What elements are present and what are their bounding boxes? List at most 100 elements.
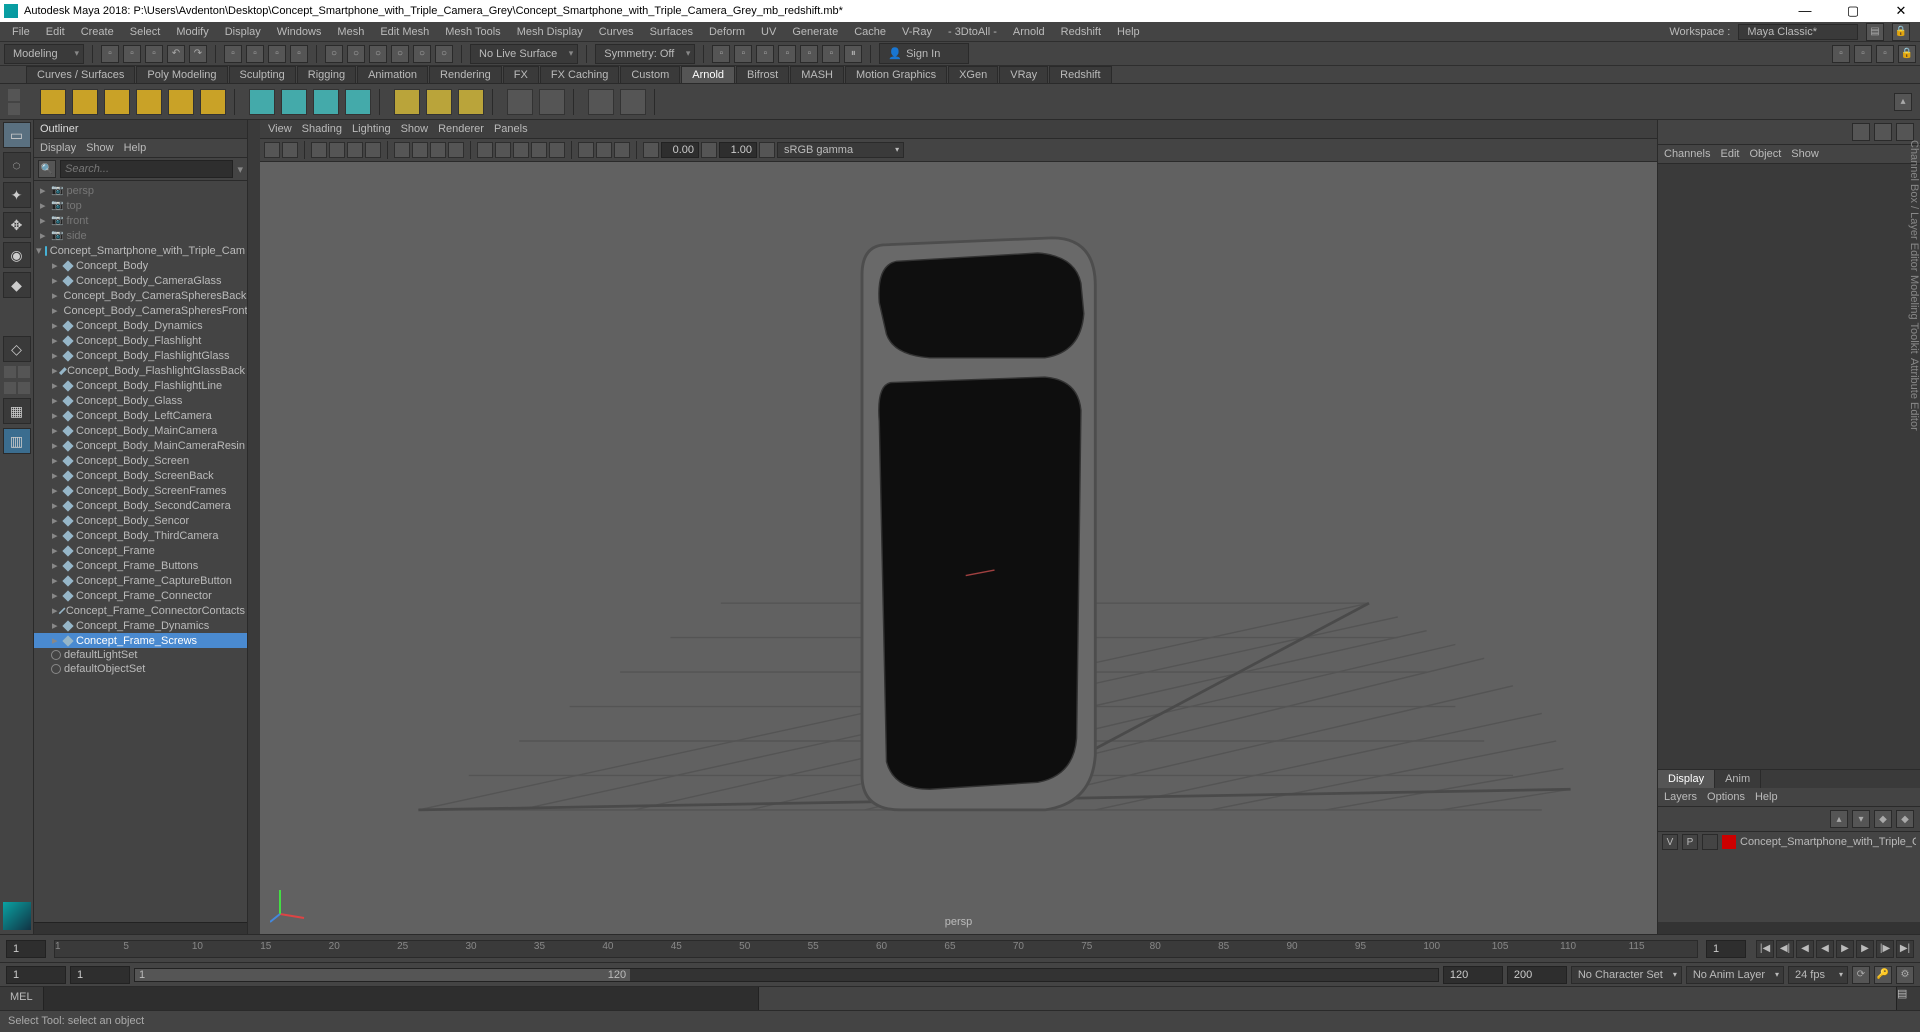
menu-help[interactable]: Help [1109,24,1148,40]
layer-menu-help[interactable]: Help [1755,791,1778,803]
channelbox-menu-edit[interactable]: Edit [1720,148,1739,160]
viewport-menu-panels[interactable]: Panels [494,123,528,135]
menu-set-dropdown[interactable]: Modeling [4,44,84,64]
sidebar-icon[interactable]: ▫ [1832,45,1850,63]
menu-mesh[interactable]: Mesh [329,24,372,40]
viewport-menu-shading[interactable]: Shading [302,123,342,135]
command-input[interactable] [44,987,758,1010]
outliner-item[interactable]: ▸Concept_Body_ScreenBack [34,468,247,483]
layout-icon[interactable] [18,382,30,394]
go-to-end-button[interactable]: ▶| [1896,940,1914,958]
shelf-tab-motion-graphics[interactable]: Motion Graphics [845,66,947,83]
current-frame-field[interactable]: 1 [1706,940,1746,958]
sidebar-toggle-icon[interactable]: ▤ [1866,23,1884,41]
vp-textured-icon[interactable] [513,142,529,158]
shelf-tab-mash[interactable]: MASH [790,66,844,83]
menu-mesh-tools[interactable]: Mesh Tools [437,24,508,40]
menu-deform[interactable]: Deform [701,24,753,40]
autokey-icon[interactable]: 🔑 [1874,966,1892,984]
sidebar-icon[interactable]: ▫ [1876,45,1894,63]
outliner-item[interactable]: ▸📷top [34,198,247,213]
vp-colorspace-dropdown[interactable]: sRGB gamma [777,142,904,158]
manip-icon[interactable] [1896,123,1914,141]
outliner-item[interactable]: ▸Concept_Frame_Screws [34,633,247,648]
outliner-item[interactable]: ▸Concept_Body_LeftCamera [34,408,247,423]
outliner-item-root[interactable]: ▾Concept_Smartphone_with_Triple_Cam [34,243,247,258]
render-icon[interactable]: ▫ [712,45,730,63]
arnold-light-icon[interactable] [72,89,98,115]
live-surface-dropdown[interactable]: No Live Surface [470,44,578,64]
outliner-item[interactable]: ▸Concept_Body [34,258,247,273]
vp-gate-mask-icon[interactable] [448,142,464,158]
outliner-item[interactable]: ▸Concept_Frame_Connector [34,588,247,603]
render-icon[interactable]: ▫ [778,45,796,63]
outliner-item[interactable]: ▸Concept_Body_ScreenFrames [34,483,247,498]
outliner-item[interactable]: ▸Concept_Body_Glass [34,393,247,408]
display-layer-tab[interactable]: Display [1658,770,1715,788]
character-set-dropdown[interactable]: No Character Set [1571,966,1682,984]
vp-exposure-icon[interactable] [643,142,659,158]
outliner-item[interactable]: ▸Concept_Frame_ConnectorContacts [34,603,247,618]
outliner-menu-show[interactable]: Show [86,142,114,154]
layer-move-down-icon[interactable]: ▾ [1852,810,1870,828]
play-back-button[interactable]: ◀ [1816,940,1834,958]
minimize-button[interactable]: — [1790,3,1820,19]
select-mode-icon[interactable]: ▫ [290,45,308,63]
shelf-menu-icon[interactable] [8,103,20,115]
shelf-tab-bifrost[interactable]: Bifrost [736,66,789,83]
display-layer-row[interactable]: V P Concept_Smartphone_with_Triple_Camer… [1658,832,1920,852]
menu-display[interactable]: Display [217,24,269,40]
vp-exposure-field[interactable]: 0.00 [661,142,699,158]
layout-preset[interactable]: ▦ [3,398,31,424]
outliner-item[interactable]: ▸Concept_Frame [34,543,247,558]
anim-layer-tab[interactable]: Anim [1715,770,1761,788]
menu-uv[interactable]: UV [753,24,784,40]
outliner-item[interactable]: ▸Concept_Body_ThirdCamera [34,528,247,543]
modeling-toolkit-tab[interactable]: Modeling Toolkit [1904,275,1920,354]
step-back-button[interactable]: ◀ [1796,940,1814,958]
time-slider[interactable]: 1 15101520253035404550556065707580859095… [0,934,1920,962]
arnold-shape-icon[interactable] [281,89,307,115]
layout-icon[interactable] [4,366,16,378]
anim-start-field[interactable]: 1 [6,966,66,984]
vp-gamma-icon[interactable] [701,142,717,158]
arnold-shape-icon[interactable] [345,89,371,115]
menu-modify[interactable]: Modify [168,24,216,40]
search-icon[interactable]: 🔍 [38,160,56,178]
outliner-item[interactable]: ▸Concept_Body_Dynamics [34,318,247,333]
channelbox-menu-channels[interactable]: Channels [1664,148,1710,160]
vp-xray-icon[interactable] [596,142,612,158]
outliner-item[interactable]: defaultLightSet [34,648,247,662]
layout-outliner-persp[interactable]: ▥ [3,428,31,454]
arnold-tx-icon[interactable] [426,89,452,115]
vp-2d-pan-icon[interactable] [329,142,345,158]
layer-hscroll[interactable] [1658,922,1920,934]
menu-redshift[interactable]: Redshift [1053,24,1109,40]
outliner-menu-help[interactable]: Help [124,142,147,154]
snap-icon[interactable]: ○ [369,45,387,63]
layer-new-empty-icon[interactable]: ◆ [1874,810,1892,828]
vp-2d-pan-icon[interactable] [347,142,363,158]
viewport-menu-show[interactable]: Show [401,123,429,135]
outliner-item[interactable]: ▸Concept_Frame_Buttons [34,558,247,573]
play-start-field[interactable]: 1 [70,966,130,984]
layer-visibility-toggle[interactable]: V [1662,834,1678,850]
menu-file[interactable]: File [4,24,38,40]
save-scene-icon[interactable]: ▫ [145,45,163,63]
lock-icon[interactable]: 🔒 [1898,45,1916,63]
outliner-search-input[interactable]: Search... [60,160,233,178]
shelf-tab-redshift[interactable]: Redshift [1049,66,1111,83]
lock-icon[interactable]: 🔒 [1892,23,1910,41]
layer-playback-toggle[interactable]: P [1682,834,1698,850]
menu-create[interactable]: Create [73,24,122,40]
pause-icon[interactable]: ⏸ [844,45,862,63]
layer-new-selected-icon[interactable]: ◆ [1896,810,1914,828]
render-icon[interactable]: ▫ [756,45,774,63]
vp-smooth-icon[interactable] [495,142,511,158]
redo-icon[interactable]: ↷ [189,45,207,63]
outliner-item[interactable]: ▸Concept_Body_Flashlight [34,333,247,348]
menu-cache[interactable]: Cache [846,24,894,40]
outliner-item[interactable]: ▸Concept_Body_CameraSpheresBack [34,288,247,303]
vp-film-gate-icon[interactable] [412,142,428,158]
menu-curves[interactable]: Curves [591,24,642,40]
